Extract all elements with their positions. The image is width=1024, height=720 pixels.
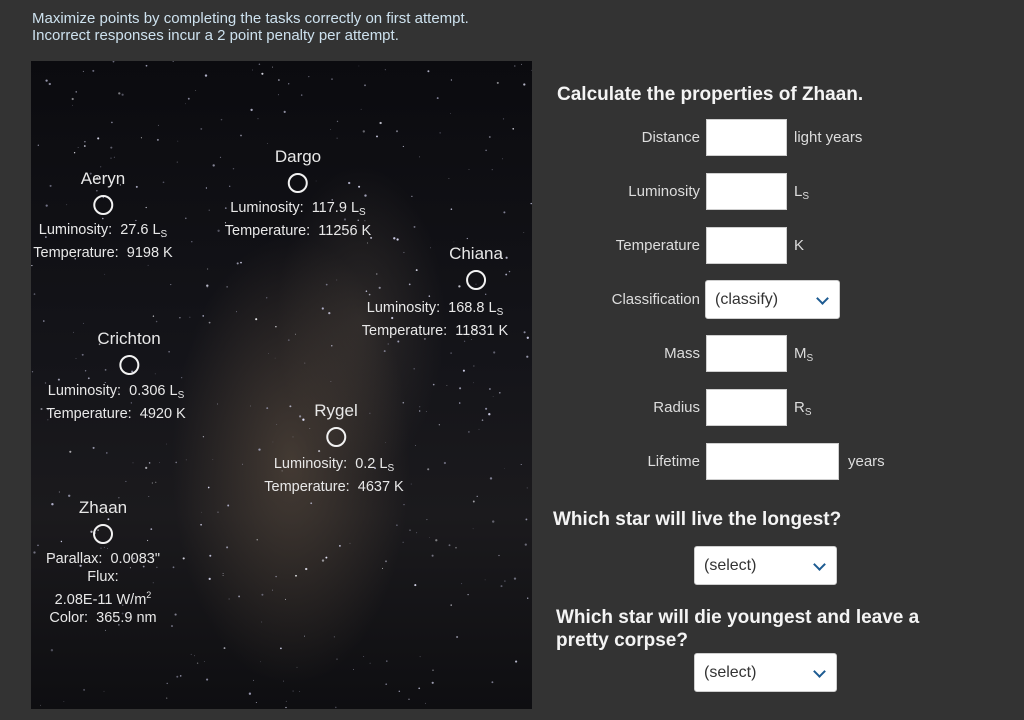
star-info: Luminosity: 27.6 LS Temperature: 9198 K	[33, 222, 173, 261]
star-marker-zhaan[interactable]	[92, 524, 113, 544]
star-name: Zhaan	[78, 498, 128, 517]
star-name: Aeryn	[80, 169, 126, 188]
question-longest-life: Which star will live the longest?	[553, 509, 842, 530]
temperature-unit: K	[794, 237, 805, 254]
star-name: Dargo	[274, 147, 322, 166]
radius-input[interactable]	[706, 389, 787, 426]
star-info-crichton: Luminosity: 0.306 LS Temperature: 4920 K	[46, 382, 185, 423]
radius-unit: RS	[794, 399, 812, 418]
distance-unit: light years	[794, 129, 863, 146]
star-name: Crichton	[97, 329, 161, 348]
longest-life-selected: (select)	[704, 556, 757, 574]
star-aeryn: Aeryn Luminosity: 27.6 LS Temperature: 9…	[33, 169, 172, 262]
question-die-youngest: Which star will die youngest and leave a…	[556, 606, 919, 652]
mass-unit: MS	[794, 345, 814, 364]
chevron-down-icon	[813, 665, 826, 678]
star-info: Luminosity: 0.2 LS Temperature: 4637 K	[264, 456, 404, 495]
distance-label: Distance	[641, 129, 700, 146]
longest-life-select[interactable]: (select)	[694, 546, 837, 585]
star-marker-aeryn[interactable]	[93, 195, 113, 215]
star-info: Luminosity: 117.9 LS Temperature: 11256 …	[224, 200, 372, 239]
star-zhaan: Zhaan Parallax: 0.0083" Flux: 2.08E-11 W…	[46, 498, 160, 627]
star-name: Rygel	[314, 401, 358, 420]
star-rygel: Rygel	[314, 401, 358, 453]
star-marker-crichton[interactable]	[119, 355, 139, 375]
star-info-rygel: Luminosity: 0.2 LS Temperature: 4637 K	[264, 455, 403, 496]
star-field-image: Aeryn Luminosity: 27.6 LS Temperature: 9…	[31, 61, 532, 709]
star-info-chiana: Luminosity: 168.8 LS Temperature: 11831 …	[362, 299, 508, 340]
star-marker-rygel[interactable]	[326, 427, 346, 447]
die-youngest-selected: (select)	[704, 663, 757, 681]
star-chiana: Chiana	[449, 244, 503, 296]
temperature-label: Temperature	[615, 237, 700, 254]
distance-input[interactable]	[706, 119, 787, 156]
star-crichton: Crichton	[97, 329, 161, 381]
chevron-down-icon	[816, 292, 829, 305]
star-info: Luminosity: 0.306 LS Temperature: 4920 K	[46, 383, 186, 422]
mass-input[interactable]	[706, 335, 787, 372]
die-youngest-select[interactable]: (select)	[694, 653, 837, 692]
star-marker-chiana[interactable]	[466, 270, 486, 290]
luminosity-unit: LS	[794, 183, 810, 202]
star-info: Parallax: 0.0083" Flux: 2.08E-11 W/m2 Co…	[46, 551, 160, 626]
chevron-down-icon	[813, 558, 826, 571]
luminosity-label: Luminosity	[628, 183, 700, 200]
temperature-input[interactable]	[706, 227, 787, 264]
radius-label: Radius	[653, 399, 700, 416]
instructions-line-1: Maximize points by completing the tasks …	[32, 10, 469, 27]
mass-label: Mass	[664, 345, 700, 362]
lifetime-label: Lifetime	[647, 453, 700, 470]
star-marker-dargo[interactable]	[287, 173, 308, 193]
lifetime-input[interactable]	[706, 443, 839, 480]
instructions-line-2: Incorrect responses incur a 2 point pena…	[32, 27, 399, 44]
question-die-youngest-line-1: Which star will die youngest and leave a	[556, 607, 920, 628]
star-dargo: Dargo Luminosity: 117.9 LS Temperature: …	[225, 147, 371, 240]
star-name: Chiana	[449, 244, 503, 263]
classification-label: Classification	[611, 291, 700, 308]
star-info: Luminosity: 168.8 LS Temperature: 11831 …	[361, 300, 509, 339]
panel-title: Calculate the properties of Zhaan.	[557, 84, 864, 105]
lifetime-unit: years	[848, 453, 885, 470]
instructions: Maximize points by completing the tasks …	[32, 10, 469, 44]
question-die-youngest-line-2: pretty corpse?	[556, 630, 688, 651]
classification-select[interactable]: (classify)	[705, 280, 840, 319]
luminosity-input[interactable]	[706, 173, 787, 210]
classification-selected: (classify)	[715, 290, 779, 308]
